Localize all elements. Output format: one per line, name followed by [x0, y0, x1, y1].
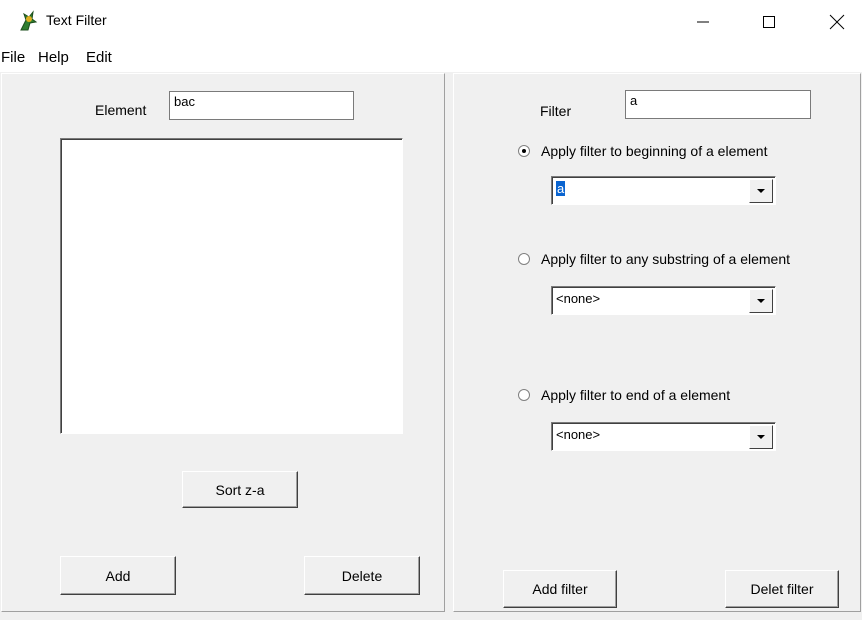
radio-substring-label[interactable]: Apply filter to any substring of a eleme… [541, 251, 790, 267]
element-label: Element [95, 102, 147, 118]
substring-combo[interactable]: <none> [551, 286, 776, 315]
chevron-down-icon [757, 435, 765, 439]
add-filter-button[interactable]: Add filter [503, 570, 617, 608]
element-list[interactable] [60, 138, 403, 434]
filter-label: Filter [540, 103, 572, 119]
chevron-down-icon [757, 299, 765, 303]
maximize-icon [763, 16, 775, 28]
radio-beginning[interactable] [518, 145, 530, 157]
delete-button[interactable]: Delete [304, 556, 420, 595]
substring-combo-value: <none> [556, 291, 601, 306]
radio-substring[interactable] [518, 253, 530, 265]
menu-bar: File Help Edit [0, 44, 862, 72]
minimize-icon [697, 21, 709, 23]
delete-filter-button[interactable]: Delet filter [725, 570, 839, 608]
close-button[interactable] [814, 0, 860, 44]
dropdown-button[interactable] [749, 289, 773, 313]
add-button[interactable]: Add [60, 556, 176, 595]
menu-help[interactable]: Help [38, 49, 69, 66]
minimize-button[interactable] [680, 0, 726, 44]
app-icon [18, 10, 38, 32]
radio-end-label[interactable]: Apply filter to end of a element [541, 387, 730, 403]
end-combo-value: <none> [556, 427, 601, 442]
beginning-combo[interactable]: a [551, 176, 776, 205]
radio-beginning-label[interactable]: Apply filter to beginning of a element [541, 143, 767, 159]
filter-input[interactable]: a [625, 90, 811, 119]
dropdown-button[interactable] [749, 425, 773, 449]
close-icon [829, 14, 845, 30]
dropdown-button[interactable] [749, 179, 773, 203]
element-input[interactable]: bac [169, 91, 354, 120]
radio-selected-dot [522, 149, 526, 153]
beginning-combo-value: a [556, 181, 566, 196]
maximize-button[interactable] [746, 0, 792, 44]
sort-button[interactable]: Sort z-a [182, 471, 298, 508]
menu-edit[interactable]: Edit [86, 49, 112, 66]
title-bar [0, 0, 862, 44]
chevron-down-icon [757, 189, 765, 193]
menu-file[interactable]: File [1, 49, 25, 66]
window-title: Text Filter [46, 12, 107, 28]
end-combo[interactable]: <none> [551, 422, 776, 451]
radio-end[interactable] [518, 389, 530, 401]
